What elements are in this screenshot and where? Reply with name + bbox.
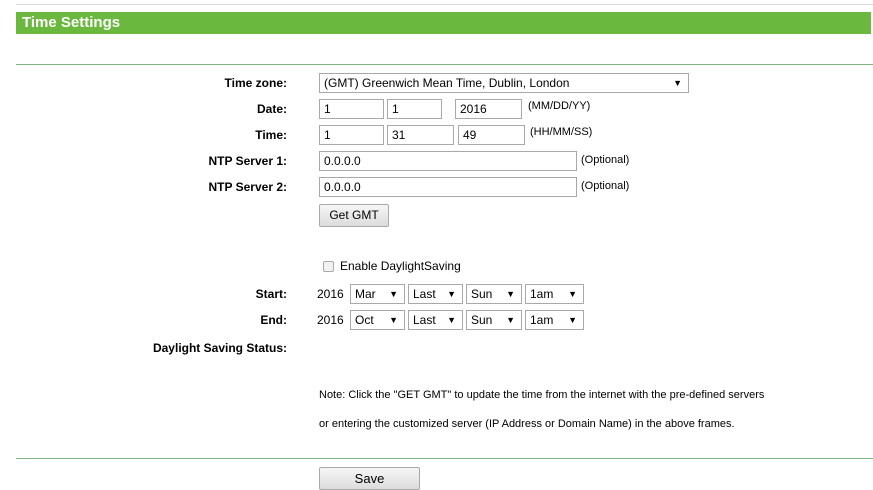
dst-end-week-value: Last (413, 313, 436, 327)
dst-start-week-select[interactable]: Last ▼ (408, 284, 463, 304)
dropdown-arrow-icon: ▼ (506, 315, 515, 325)
dropdown-arrow-icon: ▼ (568, 315, 577, 325)
dst-start-day-select[interactable]: Sun ▼ (466, 284, 522, 304)
dst-start-month-value: Mar (355, 287, 376, 301)
timezone-label: Time zone: (224, 76, 287, 90)
note-line-2: or entering the customized server (IP Ad… (319, 418, 735, 430)
date-year-input[interactable]: 2016 (455, 99, 522, 119)
dst-end-week-select[interactable]: Last ▼ (408, 310, 463, 330)
dst-end-hour-select[interactable]: 1am ▼ (525, 310, 584, 330)
ntp-server-2-label: NTP Server 2: (208, 180, 288, 194)
enable-daylight-saving-checkbox[interactable] (323, 261, 334, 272)
dst-start-day-value: Sun (471, 287, 493, 301)
ntp-server-2-hint: (Optional) (581, 180, 630, 192)
ntp-server-1-hint: (Optional) (581, 154, 630, 166)
ntp-server-1-input[interactable]: 0.0.0.0 (319, 151, 577, 171)
ntp-server-2-input[interactable]: 0.0.0.0 (319, 177, 577, 197)
time-second-input[interactable]: 49 (458, 125, 525, 145)
dst-start-year: 2016 (317, 287, 344, 301)
header-divider (16, 64, 873, 65)
dropdown-arrow-icon: ▼ (673, 78, 682, 88)
dst-start-label: Start: (255, 287, 287, 301)
time-label: Time: (255, 128, 287, 142)
date-format-hint: (MM/DD/YY) (528, 100, 591, 112)
time-format-hint: (HH/MM/SS) (530, 126, 593, 138)
ntp-server-1-label: NTP Server 1: (208, 154, 288, 168)
date-month-input[interactable]: 1 (319, 99, 384, 119)
time-hour-input[interactable]: 1 (319, 125, 384, 145)
date-label: Date: (256, 102, 287, 116)
dst-start-month-select[interactable]: Mar ▼ (350, 284, 405, 304)
dropdown-arrow-icon: ▼ (447, 315, 456, 325)
dropdown-arrow-icon: ▼ (389, 315, 398, 325)
footer-divider (16, 458, 873, 459)
dropdown-arrow-icon: ▼ (447, 289, 456, 299)
dst-end-label: End: (260, 313, 287, 327)
daylight-saving-status-label: Daylight Saving Status: (152, 341, 287, 355)
dropdown-arrow-icon: ▼ (389, 289, 398, 299)
time-minute-input[interactable]: 31 (387, 125, 454, 145)
timezone-select[interactable]: (GMT) Greenwich Mean Time, Dublin, Londo… (319, 73, 689, 93)
dst-end-hour-value: 1am (530, 313, 554, 327)
dst-end-month-select[interactable]: Oct ▼ (350, 310, 405, 330)
date-day-input[interactable]: 1 (387, 99, 442, 119)
dst-end-day-value: Sun (471, 313, 493, 327)
dst-start-hour-select[interactable]: 1am ▼ (525, 284, 584, 304)
dst-start-week-value: Last (413, 287, 436, 301)
page-title: Time Settings (16, 12, 871, 34)
dst-start-hour-value: 1am (530, 287, 554, 301)
dropdown-arrow-icon: ▼ (506, 289, 515, 299)
dropdown-arrow-icon: ▼ (568, 289, 577, 299)
dst-end-day-select[interactable]: Sun ▼ (466, 310, 522, 330)
timezone-select-value: (GMT) Greenwich Mean Time, Dublin, Londo… (324, 76, 570, 90)
note-line-1: Note: Click the "GET GMT" to update the … (319, 389, 765, 401)
get-gmt-button[interactable]: Get GMT (319, 204, 389, 227)
dst-end-month-value: Oct (355, 313, 374, 327)
enable-daylight-saving-label: Enable DaylightSaving (340, 259, 461, 273)
top-divider (16, 4, 873, 5)
save-button[interactable]: Save (319, 467, 420, 490)
dst-end-year: 2016 (317, 313, 344, 327)
